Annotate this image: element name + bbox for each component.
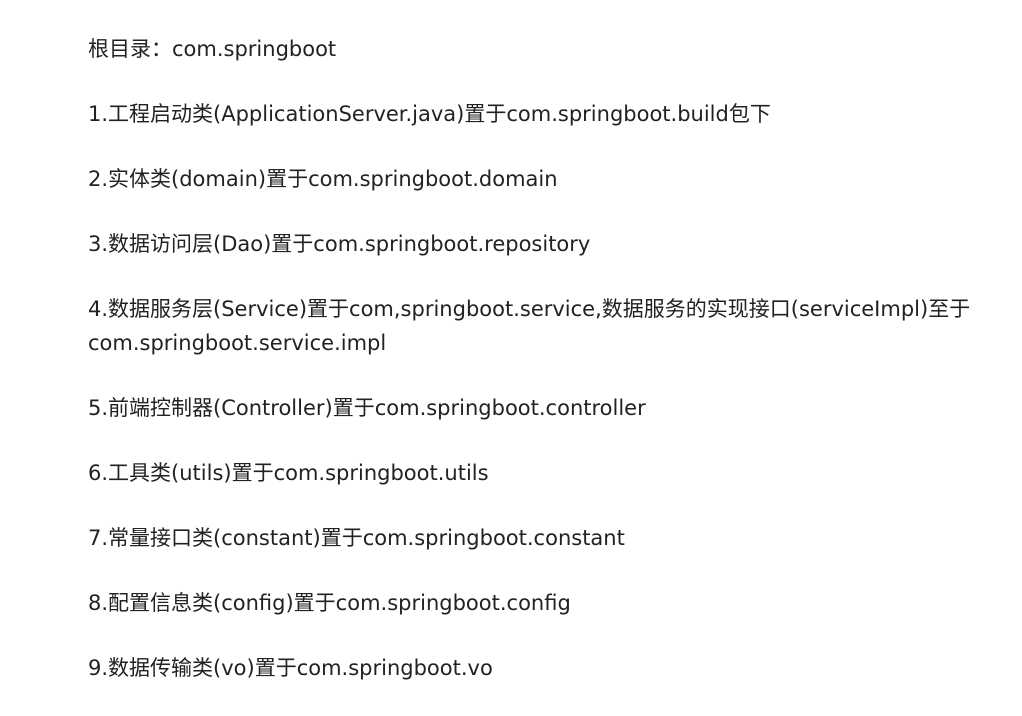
- list-item: 5.前端控制器(Controller)置于com.springboot.cont…: [88, 396, 646, 420]
- list-item: 1.工程启动类(ApplicationServer.java)置于com.spr…: [88, 102, 771, 126]
- list-item: 2.实体类(domain)置于com.springboot.domain: [88, 167, 558, 191]
- root-directory-line: 根目录：com.springboot: [88, 37, 337, 61]
- list-item: 4.数据服务层(Service)置于com,springboot.service…: [88, 297, 971, 355]
- document-body: 根目录：com.springboot 1.工程启动类(ApplicationSe…: [88, 32, 988, 716]
- list-item: 6.工具类(utils)置于com.springboot.utils: [88, 461, 489, 485]
- list-item: 8.配置信息类(config)置于com.springboot.config: [88, 591, 571, 615]
- list-item: 9.数据传输类(vo)置于com.springboot.vo: [88, 656, 493, 680]
- list-item: 7.常量接口类(constant)置于com.springboot.consta…: [88, 526, 625, 550]
- list-item: 3.数据访问层(Dao)置于com.springboot.repository: [88, 232, 591, 256]
